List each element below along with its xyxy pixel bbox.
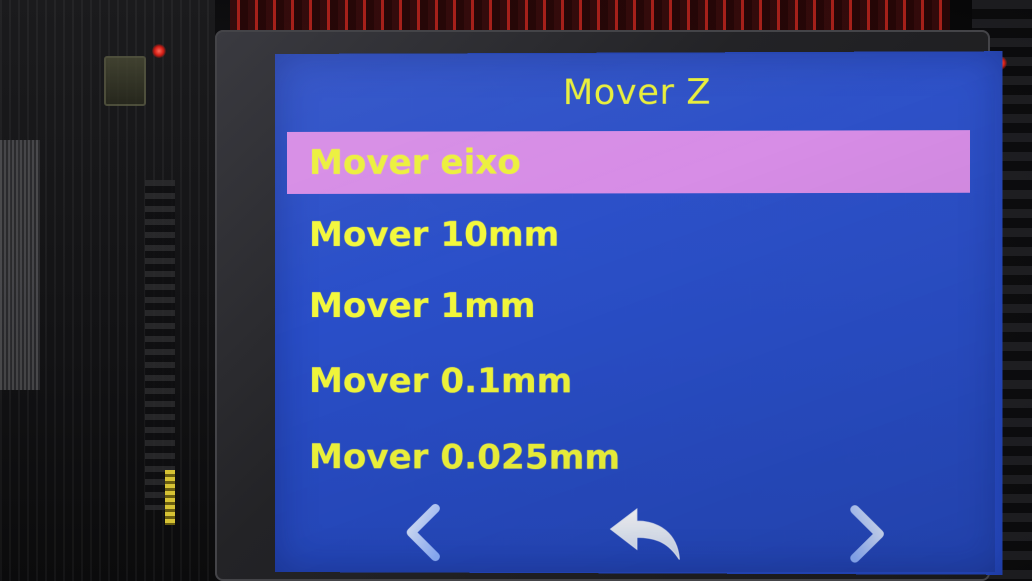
menu-item-mover-eixo[interactable]: Mover eixo [286, 130, 971, 194]
back-arrow-icon [607, 503, 688, 564]
ribbon-cable [0, 140, 40, 390]
screen-title: Mover Z [562, 72, 712, 114]
chevron-right-icon [835, 504, 896, 565]
menu-item-mover-0-1mm[interactable]: Mover 0.1mm [287, 350, 970, 413]
chevron-left-icon [395, 502, 455, 562]
next-page-button[interactable] [835, 504, 896, 565]
status-led [152, 44, 166, 58]
pin-header [145, 180, 175, 510]
menu-item-mover-1mm[interactable]: Mover 1mm [287, 275, 970, 338]
photo-frame: Mover Z Mover eixo Mover 10mm Mover 1mm … [0, 0, 1032, 581]
board-connector [104, 56, 146, 106]
back-button[interactable] [607, 503, 688, 564]
previous-page-button[interactable] [395, 502, 455, 562]
menu-item-mover-10mm[interactable]: Mover 10mm [287, 203, 970, 266]
menu-item-mover-0-025mm[interactable]: Mover 0.025mm [287, 426, 970, 490]
yellow-pin-header [165, 470, 175, 525]
lcd-screen: Mover Z Mover eixo Mover 10mm Mover 1mm … [275, 51, 1003, 575]
top-pin-strip [230, 0, 950, 30]
